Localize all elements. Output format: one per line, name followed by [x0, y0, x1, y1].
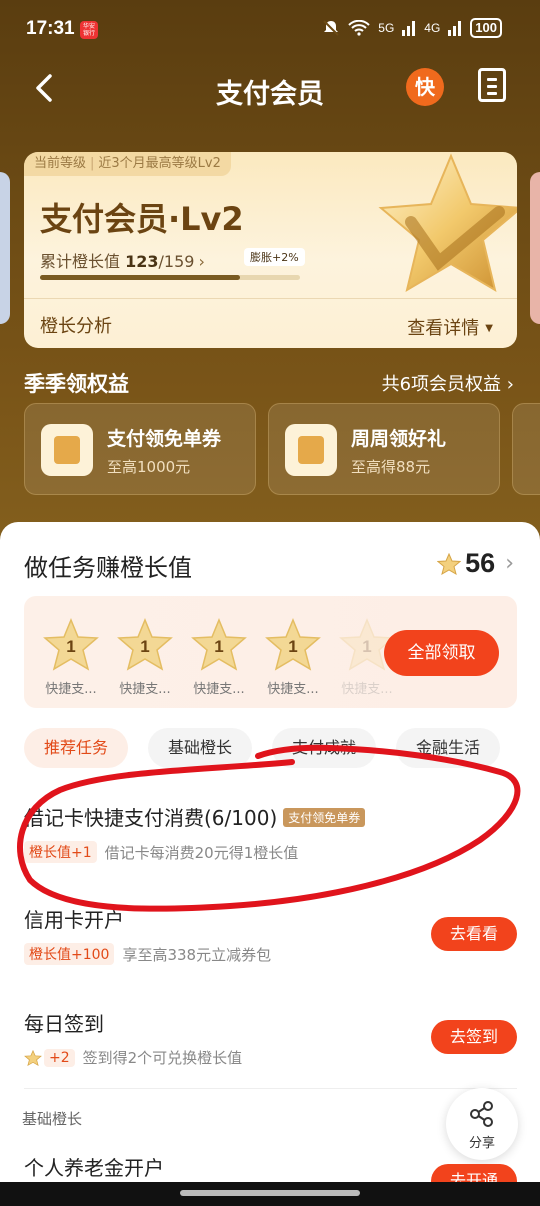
tab-achievement[interactable]: 支付成就	[272, 728, 377, 768]
benefits-title: 季季领权益	[24, 372, 129, 396]
reward-badge: 橙长值+1	[24, 841, 97, 863]
task-tabs: 推荐任务 基础橙长 支付成就 金融生活	[24, 728, 501, 768]
caret-down-icon: ▼	[485, 323, 493, 334]
star-coin-icon	[437, 552, 462, 575]
star-icon: 1	[43, 618, 99, 671]
svg-text:1: 1	[214, 637, 223, 656]
go-view-button[interactable]: 去看看	[431, 917, 517, 951]
battery-icon: 100	[470, 18, 502, 38]
chevron-right-icon: ›	[506, 374, 514, 395]
task-item[interactable]: 借记卡快捷支付消费(6/100) 支付领免单券 橙长值+1 借记卡每消费20元得1橙…	[24, 802, 517, 863]
tab-basic[interactable]: 基础橙长	[148, 728, 253, 768]
tab-recommended[interactable]: 推荐任务	[24, 728, 129, 768]
divider	[24, 1088, 517, 1089]
claimable-star[interactable]: 1 快捷支...	[260, 618, 326, 697]
bank-app-icon: 华安 银行	[80, 21, 98, 39]
star-icon: 1	[191, 618, 247, 671]
reward-badge: +2	[44, 1048, 75, 1067]
task-section-title: 做任务赚橙长值	[24, 554, 192, 582]
sign-in-button[interactable]: 去签到	[431, 1020, 517, 1054]
reward-badge: 橙长值+100	[24, 943, 115, 965]
benefit-card-peek[interactable]	[512, 403, 540, 495]
system-nav-bar	[0, 1182, 540, 1206]
growth-progress-bar	[40, 275, 300, 280]
level-tag: 当前等级 | 近3个月最高等级Lv2	[24, 152, 231, 176]
boost-badge: 膨胀+2%	[244, 248, 305, 266]
growth-points[interactable]: 56 ›	[437, 548, 514, 579]
svg-text:1: 1	[362, 637, 371, 656]
signal-5g-icon: 5G	[378, 21, 395, 35]
signal-bars-icon	[448, 21, 462, 36]
divider	[24, 298, 517, 299]
svg-text:1: 1	[66, 637, 75, 656]
star-icon: 1	[117, 618, 173, 671]
tab-finance[interactable]: 金融生活	[396, 728, 501, 768]
benefit-card[interactable]: 周周领好礼 至高得88元	[268, 403, 500, 495]
svg-text:1: 1	[140, 637, 149, 656]
prev-card-peek[interactable]	[0, 172, 10, 324]
status-time: 17:31	[26, 18, 75, 39]
claimable-star[interactable]: 1 快捷支...	[38, 618, 104, 697]
share-button[interactable]: 分享	[446, 1088, 518, 1160]
star-trophy-icon	[378, 153, 517, 293]
status-bar: 17:31 华安 银行 5G 4G 100	[0, 0, 540, 60]
claimable-star[interactable]: 1 快捷支...	[186, 618, 252, 697]
wifi-icon	[348, 20, 370, 36]
next-card-peek[interactable]	[530, 172, 540, 324]
chevron-right-icon: ›	[505, 551, 514, 576]
task-item[interactable]: 个人养老金开户	[24, 1152, 164, 1181]
signal-4g-icon: 4G	[424, 21, 441, 35]
section-label: 基础橙长	[22, 1110, 83, 1128]
bill-icon[interactable]	[478, 68, 506, 102]
quick-pay-icon[interactable]: 快	[406, 68, 444, 106]
claimable-star[interactable]: 1 快捷支...	[112, 618, 178, 697]
level-name: 支付会员·Lv2	[40, 200, 244, 238]
home-indicator[interactable]	[180, 1190, 360, 1196]
voucher-badge: 支付领免单券	[283, 808, 366, 827]
share-icon	[470, 1101, 493, 1127]
coupon-icon	[41, 424, 93, 476]
mute-icon	[323, 20, 339, 36]
growth-analysis-link[interactable]: 橙长分析	[40, 312, 112, 338]
star-coin-icon	[24, 1049, 42, 1066]
claim-all-button[interactable]: 全部领取	[384, 630, 499, 676]
app-header: 支付会员 快	[0, 60, 540, 116]
growth-value[interactable]: 累计橙长值 123/159 ›	[40, 248, 205, 272]
signal-bars-icon	[402, 21, 416, 36]
view-details-link[interactable]: 查看详情 ▼	[407, 314, 493, 340]
gift-icon	[285, 424, 337, 476]
star-icon: 1	[265, 618, 321, 671]
all-benefits-link[interactable]: 共6项会员权益 ›	[382, 370, 514, 396]
benefit-card[interactable]: 支付领免单券 至高1000元	[24, 403, 256, 495]
member-level-card[interactable]: 当前等级 | 近3个月最高等级Lv2 支付会员·Lv2 累计橙长值 123/159 ›…	[24, 152, 517, 348]
page-title: 支付会员	[216, 79, 324, 110]
status-icons: 5G 4G 100	[322, 18, 502, 38]
svg-text:1: 1	[288, 637, 297, 656]
